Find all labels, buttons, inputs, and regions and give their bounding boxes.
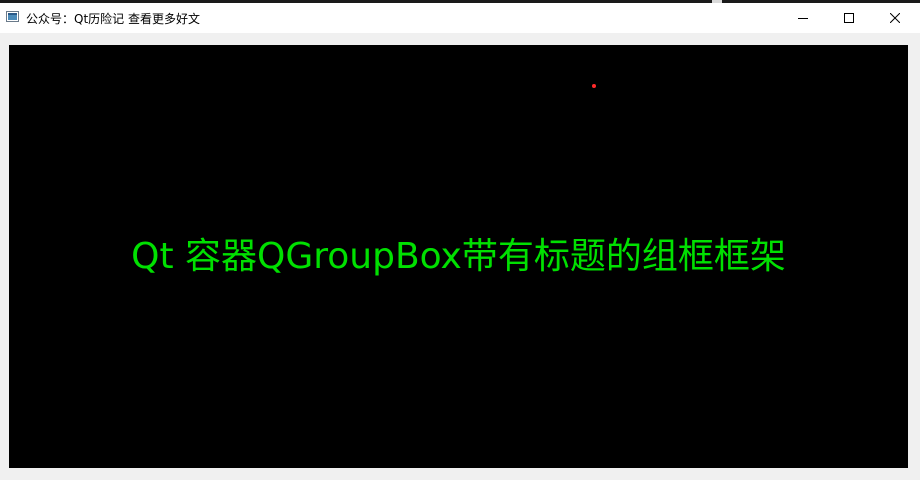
window-title: 公众号：Qt历险记 查看更多好文: [26, 12, 200, 26]
app-icon: [6, 11, 19, 22]
maximize-button[interactable]: [826, 3, 872, 33]
maximize-icon: [844, 13, 854, 23]
red-dot-marker: [592, 84, 596, 88]
minimize-icon: [798, 18, 808, 19]
close-button[interactable]: [872, 3, 918, 33]
app-window: 公众号：Qt历险记 查看更多好文 Qt 容器QGroupBox带有标题的组框框架: [0, 3, 920, 480]
headline-text: Qt 容器QGroupBox带有标题的组框框架: [131, 236, 786, 277]
client-area: Qt 容器QGroupBox带有标题的组框框架: [0, 33, 920, 480]
title-bar[interactable]: 公众号：Qt历险记 查看更多好文: [0, 3, 920, 33]
minimize-button[interactable]: [780, 3, 826, 33]
close-icon: [890, 13, 900, 23]
black-canvas: Qt 容器QGroupBox带有标题的组框框架: [9, 45, 908, 468]
